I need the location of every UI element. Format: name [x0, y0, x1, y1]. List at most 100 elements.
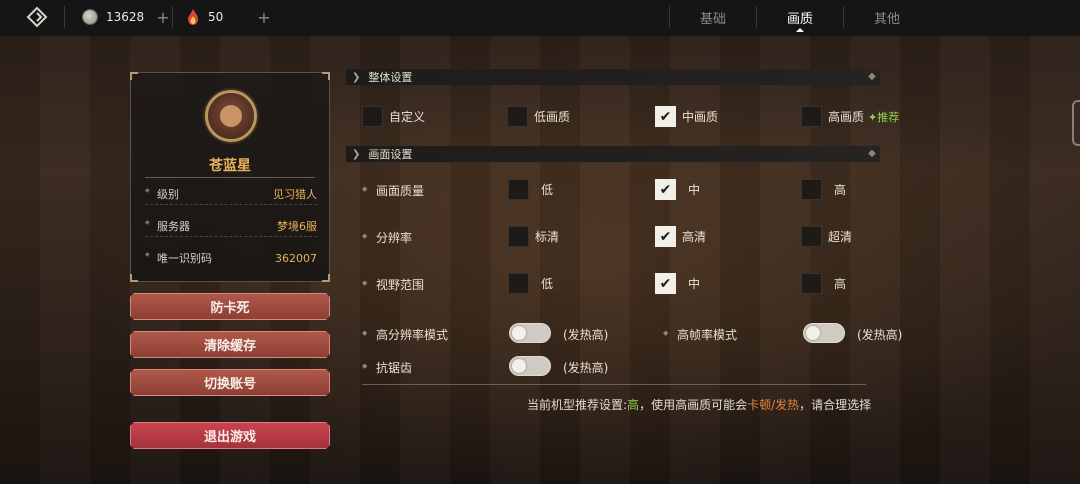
section-title: 画面设置	[368, 148, 413, 161]
option-mid-quality[interactable]: ✔ 中画质	[655, 106, 718, 127]
back-logo-icon[interactable]	[26, 6, 48, 28]
checkbox[interactable]	[508, 226, 529, 247]
add-coins-button[interactable]: +	[156, 8, 169, 27]
info-row-uid: 唯一识别码 362007	[145, 247, 317, 269]
clear-cache-button[interactable]: 清除缓存	[130, 331, 330, 358]
switch-account-button[interactable]: 切换账号	[130, 369, 330, 396]
info-label: 级别	[145, 186, 179, 202]
currency-coins: 13628 +	[82, 7, 170, 27]
section-header-overall: ❯ 整体设置 ◆	[346, 69, 880, 85]
corner-decor	[322, 274, 330, 282]
add-flames-button[interactable]: +	[257, 8, 270, 27]
divider	[362, 384, 866, 385]
tab-graphics[interactable]: 画质	[757, 0, 843, 34]
option-label: 高清	[682, 230, 707, 244]
checkbox-checked[interactable]: ✔	[655, 226, 676, 247]
hint-warning: 卡顿/发热	[747, 398, 800, 412]
resolution-uhd[interactable]: 超清	[801, 226, 852, 247]
recommend-badge: ✦推荐	[868, 110, 900, 124]
heat-warning: (发热高)	[563, 328, 609, 342]
option-custom[interactable]: 自定义	[362, 106, 425, 127]
hint-text: ，使用高画质可能会	[639, 398, 748, 412]
high-res-toggle[interactable]	[509, 323, 551, 343]
avatar[interactable]	[205, 90, 257, 142]
option-low-quality[interactable]: 低画质	[507, 106, 570, 127]
checkbox[interactable]	[507, 106, 528, 127]
view-range-low[interactable]: 低	[508, 273, 553, 294]
check-icon: ✔	[659, 275, 672, 292]
option-label: 低画质	[534, 110, 571, 124]
flame-icon	[188, 9, 198, 25]
row-label-high-fps: 高帧率模式	[663, 326, 737, 343]
device-recommend-hint: 当前机型推荐设置:高，使用高画质可能会卡顿/发热，请合理选择	[527, 396, 871, 413]
checkbox[interactable]	[508, 273, 529, 294]
option-label: 高画质	[828, 110, 865, 124]
check-icon: ✔	[659, 108, 672, 125]
row-label-anti-alias: 抗锯齿	[362, 359, 412, 376]
option-label: 中	[688, 277, 701, 291]
side-panel-handle[interactable]	[1072, 100, 1080, 146]
option-label: 低	[541, 277, 554, 291]
top-bar: 13628 + 50 + 基础 画质 其他	[0, 0, 1080, 36]
checkbox[interactable]	[362, 106, 383, 127]
info-row-level: 级别 见习猎人	[145, 183, 317, 205]
topbar-border	[0, 33, 1080, 41]
row-label-high-res: 高分辨率模式	[362, 326, 448, 343]
tab-other[interactable]: 其他	[844, 0, 930, 34]
option-high-quality[interactable]: 高画质 ✦推荐	[801, 106, 899, 127]
divider	[172, 6, 173, 28]
info-value: 见习猎人	[273, 187, 317, 201]
option-label: 中	[688, 183, 701, 197]
row-label-resolution: 分辨率	[362, 229, 412, 246]
info-value: 362007	[275, 251, 317, 265]
exit-game-button[interactable]: 退出游戏	[130, 422, 330, 449]
checkbox[interactable]	[801, 106, 822, 127]
anti-alias-toggle[interactable]	[509, 356, 551, 376]
section-title: 整体设置	[368, 71, 413, 84]
check-icon: ✔	[659, 228, 672, 245]
tab-basic[interactable]: 基础	[670, 0, 756, 34]
diamond-icon: ◆	[868, 71, 876, 82]
info-label: 唯一识别码	[145, 250, 212, 266]
tab-bar: 基础 画质 其他	[669, 0, 930, 36]
avatar-face	[220, 105, 242, 127]
divider	[145, 177, 315, 178]
option-label: 高	[834, 277, 847, 291]
recommend-label: 推荐	[877, 110, 900, 124]
anti-lag-button[interactable]: 防卡死	[130, 293, 330, 320]
checkbox-checked[interactable]: ✔	[655, 106, 676, 127]
coin-icon	[82, 9, 98, 25]
toggle-knob	[806, 326, 820, 340]
check-icon: ✔	[659, 181, 672, 198]
heat-warning: (发热高)	[857, 328, 903, 342]
player-name: 苍蓝星	[209, 158, 251, 174]
diamond-icon: ◆	[868, 148, 876, 159]
hint-text: ，请合理选择	[799, 398, 872, 412]
checkbox[interactable]	[801, 273, 822, 294]
checkbox[interactable]	[801, 226, 822, 247]
section-header-screen: ❯ 画面设置 ◆	[346, 146, 880, 162]
checkbox-checked[interactable]: ✔	[655, 273, 676, 294]
corner-decor	[130, 274, 138, 282]
hint-level: 高	[627, 398, 640, 412]
checkbox[interactable]	[508, 179, 529, 200]
resolution-hd[interactable]: ✔ 高清	[655, 226, 706, 247]
option-label: 低	[541, 183, 554, 197]
high-fps-toggle[interactable]	[803, 323, 845, 343]
hint-text: 当前机型推荐设置:	[527, 398, 628, 412]
quality-high[interactable]: 高	[801, 179, 846, 200]
resolution-sd[interactable]: 标清	[508, 226, 559, 247]
quality-low[interactable]: 低	[508, 179, 553, 200]
corner-decor	[322, 72, 330, 80]
checkbox[interactable]	[801, 179, 822, 200]
corner-decor	[130, 72, 138, 80]
info-value: 梦境6服	[277, 219, 317, 233]
chevron-right-icon: ❯	[352, 71, 361, 83]
divider	[64, 6, 65, 28]
option-label: 中画质	[682, 110, 719, 124]
quality-mid[interactable]: ✔ 中	[655, 179, 700, 200]
view-range-mid[interactable]: ✔ 中	[655, 273, 700, 294]
info-label: 服务器	[145, 218, 190, 234]
view-range-high[interactable]: 高	[801, 273, 846, 294]
checkbox-checked[interactable]: ✔	[655, 179, 676, 200]
